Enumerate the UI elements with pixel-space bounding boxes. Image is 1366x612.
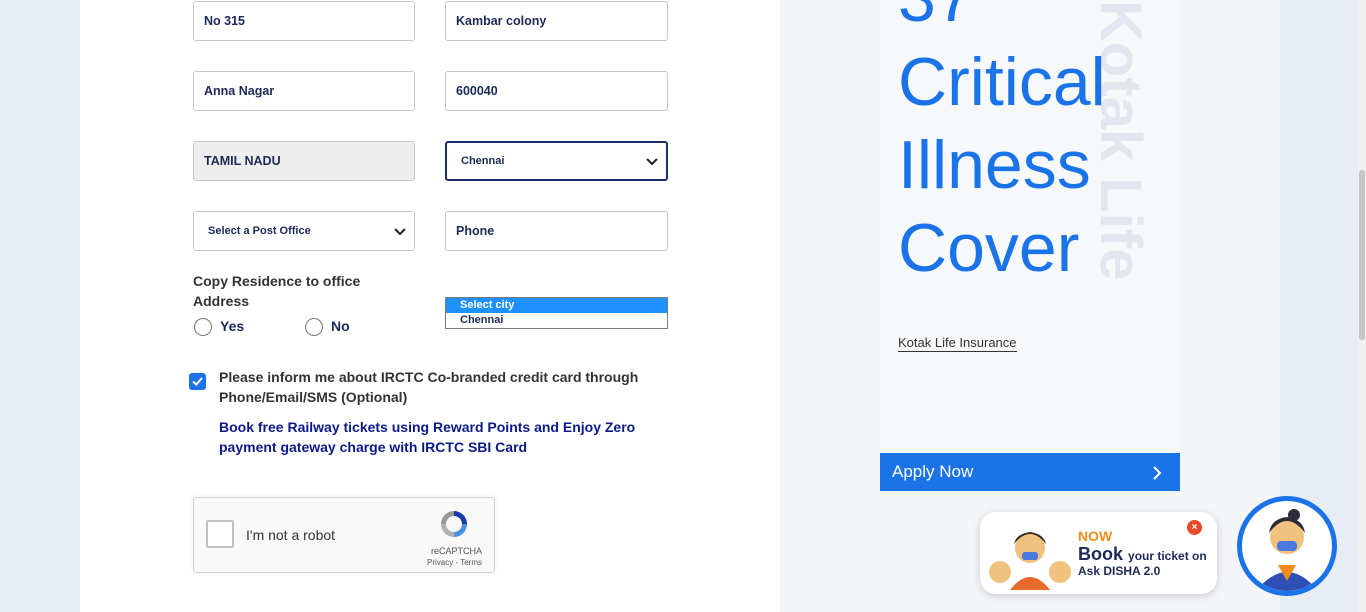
chevron-down-icon [646,143,658,179]
ad-brand-link[interactable]: Kotak Life Insurance [898,335,1017,352]
sbi-card-promo-text: Book free Railway tickets using Reward P… [219,419,636,455]
recaptcha-widget: I'm not a robot reCAPTCHA Privacy - Term… [193,497,495,573]
ad-headline-line2: Illness [898,127,1091,203]
city-option[interactable]: Select city [446,298,667,313]
ad-headline-line0: 37 [898,0,974,38]
recaptcha-brand: reCAPTCHA [430,546,482,556]
credit-card-consent-text: Please inform me about IRCTC Co-branded … [219,369,639,405]
disha-book-text: Book your ticket on [1078,544,1207,565]
area-input[interactable]: Anna Nagar [193,71,415,111]
disha-close-button[interactable]: × [1187,520,1202,535]
city-dropdown-list[interactable]: Select city Chennai [445,297,668,329]
recaptcha-label: I'm not a robot [246,527,336,543]
chevron-right-icon [1152,453,1162,491]
copy-address-label-line1: Copy Residence to office [193,273,361,289]
city-select[interactable]: Chennai [445,141,668,181]
checkmark-icon [192,377,203,386]
phone-input[interactable]: Phone [445,211,668,251]
ad-headline-line1: Critical [898,44,1106,120]
copy-address-no-radio[interactable] [305,318,323,336]
address-line1-input[interactable]: No 315 [193,1,415,41]
city-option[interactable]: Chennai [446,313,667,328]
city-select-value: Chennai [461,155,505,167]
copy-address-label-line2: Address [193,293,250,309]
disha-mascot-thumbs-up-icon [989,532,1071,590]
post-office-select[interactable]: Select a Post Office [193,211,415,251]
disha-subtitle: Ask DISHA 2.0 [1078,564,1161,578]
disha-book-word: Book [1078,544,1123,564]
address-line2-input[interactable]: Kambar colony [445,1,668,41]
scrollbar-thumb[interactable] [1359,170,1365,340]
state-input: TAMIL NADU [193,141,415,181]
recaptcha-logo-icon [438,508,470,545]
chevron-down-icon [394,212,406,250]
copy-address-yes-label[interactable]: Yes [220,318,244,334]
page-scrollbar[interactable] [1358,0,1366,612]
disha-chatbot-avatar[interactable] [1237,496,1337,596]
disha-now-text: NOW [1078,528,1113,544]
copy-address-no-label[interactable]: No [331,318,350,334]
post-office-select-value: Select a Post Office [208,225,311,237]
apply-now-label: Apply Now [892,462,974,481]
credit-card-consent-checkbox[interactable] [189,373,206,390]
recaptcha-checkbox[interactable] [206,520,234,548]
apply-now-button[interactable]: Apply Now [880,453,1180,491]
recaptcha-terms-link[interactable]: Privacy - Terms [427,558,482,567]
disha-book-rest: your ticket on [1128,549,1207,563]
pincode-input[interactable]: 600040 [445,71,668,111]
copy-address-label: Copy Residence to office Address [193,271,360,311]
ad-headline-line3: Cover [898,210,1080,286]
disha-avatar-icon [1256,509,1318,591]
copy-address-yes-radio[interactable] [194,318,212,336]
